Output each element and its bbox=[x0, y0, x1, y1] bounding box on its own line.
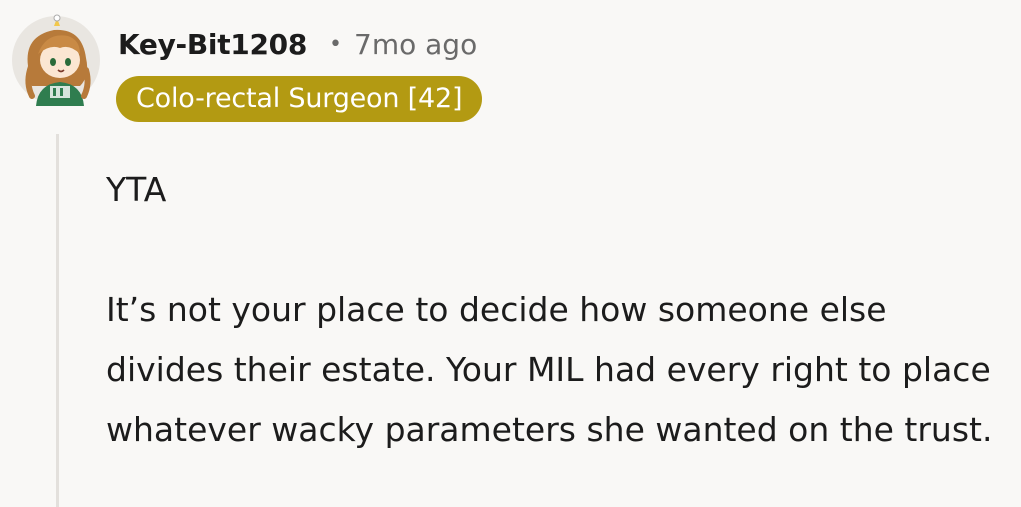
cartoon-avatar-icon bbox=[12, 14, 100, 106]
comment-body: YTA It’s not your place to decide how so… bbox=[106, 160, 1006, 460]
comment-paragraph: It’s not your place to decide how someon… bbox=[106, 290, 993, 449]
comment-meta: Key-Bit1208 • 7mo ago bbox=[118, 28, 477, 61]
comment-paragraph: YTA bbox=[106, 170, 167, 209]
timestamp[interactable]: 7mo ago bbox=[354, 28, 477, 61]
meta-separator: • bbox=[329, 32, 343, 57]
comment: Key-Bit1208 • 7mo ago Colo-rectal Surgeo… bbox=[0, 0, 1021, 507]
username-link[interactable]: Key-Bit1208 bbox=[118, 28, 307, 61]
thread-line[interactable] bbox=[56, 134, 59, 507]
avatar[interactable] bbox=[10, 14, 102, 106]
user-flair: Colo-rectal Surgeon [42] bbox=[116, 76, 483, 122]
